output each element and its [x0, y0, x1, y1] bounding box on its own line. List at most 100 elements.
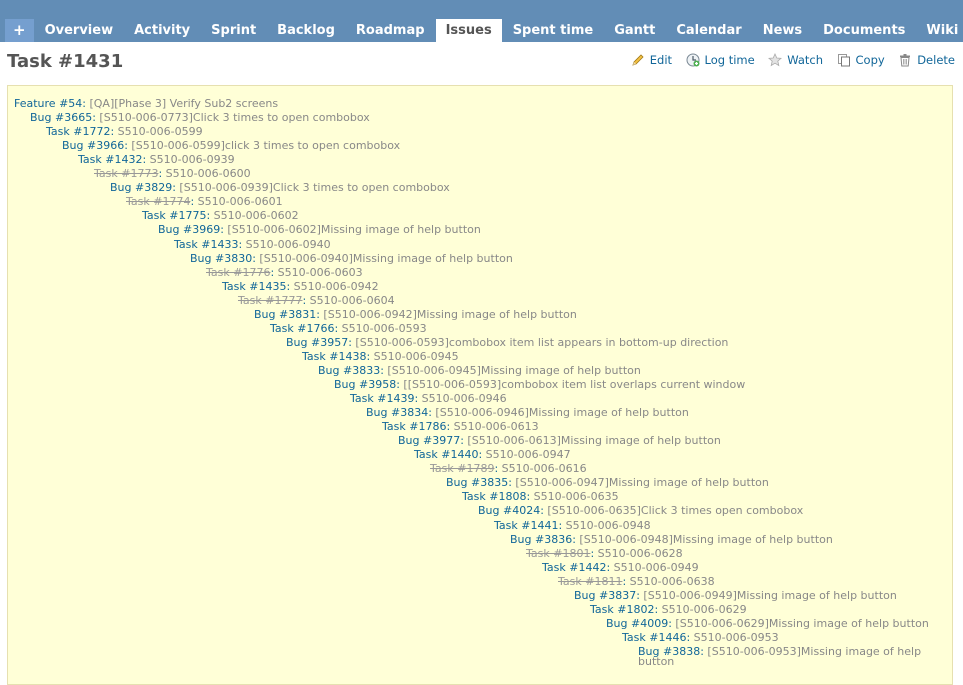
- issue-subject: S510-006-0628: [597, 546, 683, 560]
- tree-row: Task #1801: S510-006-0628: [526, 547, 683, 561]
- issue-link[interactable]: Task #1811: [558, 575, 622, 588]
- issue-link[interactable]: Feature #54: [14, 97, 82, 110]
- issue-link[interactable]: Bug #3834: [366, 406, 428, 419]
- menu-item: Spent time: [503, 19, 604, 42]
- menu-tab-calendar[interactable]: Calendar: [666, 19, 751, 42]
- issue-link[interactable]: Bug #3836: [510, 533, 572, 546]
- issue-link[interactable]: Task #1773: [94, 167, 158, 180]
- main-menu-list: + Overview Activity Sprint Backlog Roadmap Iss…: [5, 19, 963, 42]
- tree-row: Task #1786: S510-006-0613: [382, 420, 539, 434]
- menu-tab-news[interactable]: News: [753, 19, 812, 42]
- issue-link[interactable]: Task #1808: [462, 490, 526, 503]
- issue-link[interactable]: Task #1438: [302, 350, 366, 363]
- issue-link[interactable]: Bug #3831: [254, 308, 316, 321]
- issue-link[interactable]: Task #1766: [270, 322, 334, 335]
- issue-link[interactable]: Task #1446: [622, 631, 686, 644]
- issue-subject: S510-006-0599: [117, 125, 203, 139]
- tree-row: Bug #3836: [S510-006-0948]Missing image …: [510, 533, 833, 547]
- menu-tab-overview[interactable]: Overview: [35, 19, 124, 42]
- tree-row: Task #1777: S510-006-0604: [238, 294, 395, 308]
- issue-subject: S510-006-0603: [277, 265, 363, 279]
- issue-link[interactable]: Task #1776: [206, 266, 270, 279]
- menu-tab-backlog[interactable]: Backlog: [267, 19, 345, 42]
- tree-row: Bug #3977: [S510-006-0613]Missing image …: [398, 434, 721, 448]
- tree-row: Bug #3665: [S510-006-0773]Click 3 times …: [30, 111, 370, 125]
- issue-link[interactable]: Task #1774: [126, 195, 190, 208]
- tree-row: Task #1446: S510-006-0953: [622, 631, 779, 645]
- issue-link[interactable]: Task #1441: [494, 519, 558, 532]
- menu-tab-issues[interactable]: Issues: [435, 19, 502, 42]
- issue-link[interactable]: Task #1802: [590, 603, 654, 616]
- issue-subject: S510-006-0600: [165, 167, 251, 181]
- tree-row: Task #1776: S510-006-0603: [206, 266, 363, 280]
- issue-subject: [S510-006-0599]click 3 times to open com…: [131, 139, 401, 153]
- issue-subject: S510-006-0939: [149, 153, 235, 167]
- menu-tab-documents[interactable]: Documents: [813, 19, 915, 42]
- issue-link[interactable]: Bug #3665: [30, 111, 92, 124]
- log-time-button[interactable]: Log time: [686, 53, 755, 67]
- issue-link[interactable]: Bug #4009: [606, 617, 668, 630]
- issue-subject: [S510-006-0629]Missing image of help but…: [675, 616, 929, 630]
- issue-link[interactable]: Bug #3829: [110, 181, 172, 194]
- issue-link[interactable]: Bug #3966: [62, 139, 124, 152]
- tree-row: Bug #3837: [S510-006-0949]Missing image …: [574, 589, 897, 603]
- tree-row: Task #1766: S510-006-0593: [270, 322, 427, 336]
- issue-link[interactable]: Task #1801: [526, 547, 590, 560]
- issue-subject: [S510-006-0773]Click 3 times to open com…: [99, 111, 370, 125]
- issue-link[interactable]: Task #1772: [46, 125, 110, 138]
- tree-row: Task #1441: S510-006-0948: [494, 519, 651, 533]
- issue-subject: S510-006-0601: [197, 195, 283, 209]
- issue-link[interactable]: Task #1435: [222, 280, 286, 293]
- issue-link[interactable]: Bug #3833: [318, 364, 380, 377]
- tree-row: Bug #3969: [S510-006-0602]Missing image …: [158, 223, 481, 237]
- issue-link[interactable]: Task #1440: [414, 448, 478, 461]
- issue-link[interactable]: Bug #3837: [574, 589, 636, 602]
- issue-link[interactable]: Bug #3830: [190, 252, 252, 265]
- issue-link[interactable]: Task #1775: [142, 209, 206, 222]
- issue-subject: S510-006-0604: [309, 293, 395, 307]
- issue-link[interactable]: Task #1433: [174, 238, 238, 251]
- menu-tab-gantt[interactable]: Gantt: [604, 19, 665, 42]
- issue-relations-tree: Feature #54: [QA][Phase 3] Verify Sub2 s…: [7, 85, 953, 685]
- menu-tab-new[interactable]: +: [5, 19, 34, 42]
- separator: :: [334, 321, 342, 335]
- menu-item: Roadmap: [346, 19, 435, 42]
- issue-link[interactable]: Bug #3835: [446, 476, 508, 489]
- copy-button[interactable]: Copy: [837, 53, 885, 67]
- tree-row: Task #1442: S510-006-0949: [542, 561, 699, 575]
- separator: :: [142, 153, 150, 167]
- issue-subject-continued: button: [638, 654, 675, 668]
- watch-button[interactable]: Watch: [768, 53, 823, 67]
- issue-subject: S510-006-0616: [501, 462, 587, 476]
- separator: :: [366, 349, 374, 363]
- tree-row: Bug #3831: [S510-006-0942]Missing image …: [254, 308, 577, 322]
- menu-tab-sprint[interactable]: Sprint: [201, 19, 266, 42]
- issue-link[interactable]: Task #1786: [382, 420, 446, 433]
- issue-link[interactable]: Task #1442: [542, 561, 606, 574]
- tree-row: Task #1789: S510-006-0616: [430, 462, 587, 476]
- issue-link[interactable]: Bug #3957: [286, 336, 348, 349]
- menu-tab-activity[interactable]: Activity: [124, 19, 200, 42]
- menu-tab-spent-time[interactable]: Spent time: [503, 19, 604, 42]
- issue-link[interactable]: Task #1789: [430, 462, 494, 475]
- delete-button[interactable]: Delete: [898, 53, 955, 67]
- menu-tab-wiki[interactable]: Wiki: [916, 19, 963, 42]
- issue-link[interactable]: Task #1439: [350, 392, 414, 405]
- issue-subject: [S510-006-0939]Click 3 times to open com…: [179, 181, 450, 195]
- menu-item: News: [753, 19, 812, 42]
- issue-link[interactable]: Bug #3969: [158, 223, 220, 236]
- issue-link[interactable]: Task #1432: [78, 153, 142, 166]
- menu-tab-roadmap[interactable]: Roadmap: [346, 19, 435, 42]
- menu-item: Issues: [435, 19, 502, 42]
- separator: :: [494, 462, 502, 476]
- menu-item: Activity: [124, 19, 200, 42]
- separator: :: [238, 237, 246, 251]
- issue-link[interactable]: Bug #4024: [478, 504, 540, 517]
- edit-button[interactable]: Edit: [631, 53, 672, 67]
- separator: :: [158, 167, 166, 181]
- issue-link[interactable]: Bug #3977: [398, 434, 460, 447]
- issue-subject: [S510-006-0602]Missing image of help but…: [227, 223, 481, 237]
- separator: :: [654, 602, 662, 616]
- issue-link[interactable]: Task #1777: [238, 294, 302, 307]
- issue-link[interactable]: Bug #3958: [334, 378, 396, 391]
